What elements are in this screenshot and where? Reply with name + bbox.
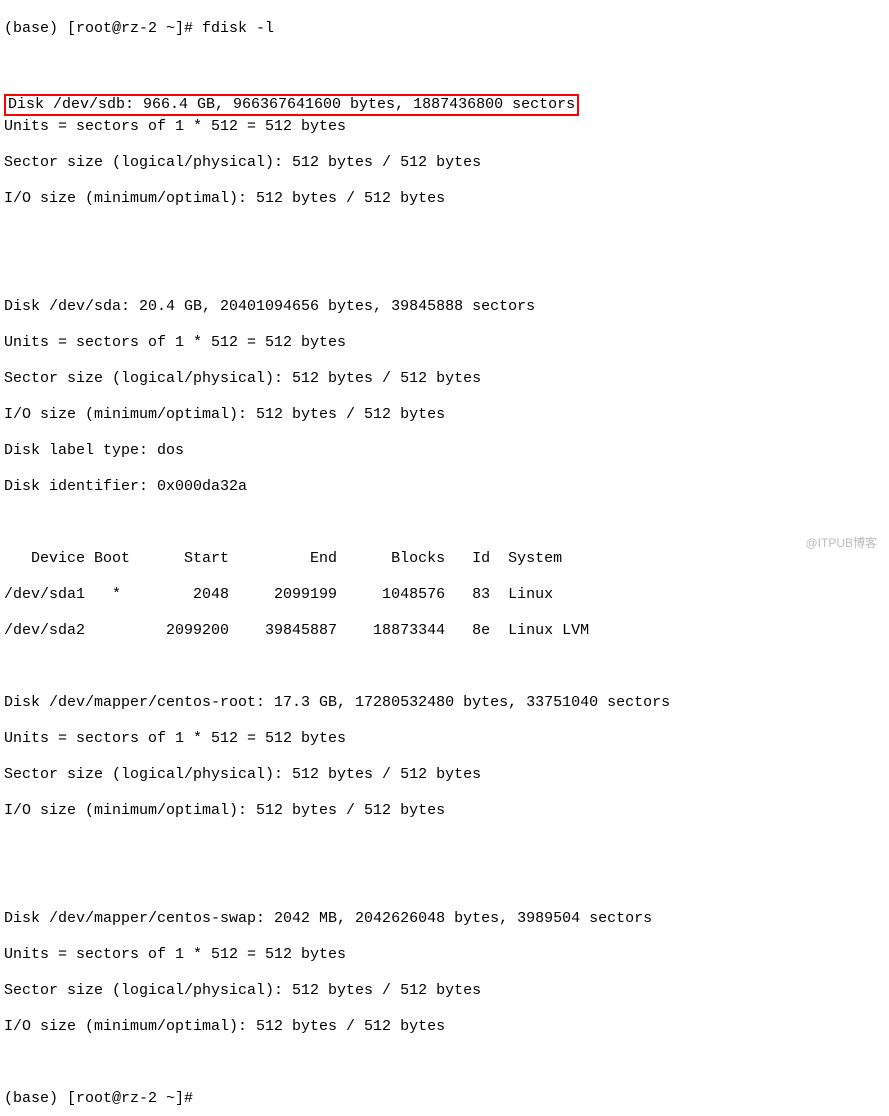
sda-identifier-line: Disk identifier: 0x000da32a <box>4 478 885 496</box>
sda-units-line: Units = sectors of 1 * 512 = 512 bytes <box>4 334 885 352</box>
sda-sector-size-line: Sector size (logical/physical): 512 byte… <box>4 370 885 388</box>
sda-io-size-line: I/O size (minimum/optimal): 512 bytes / … <box>4 406 885 424</box>
centos-root-units-line: Units = sectors of 1 * 512 = 512 bytes <box>4 730 885 748</box>
watermark-text: @ITPUB博客 <box>805 536 877 550</box>
sdb-units-line: Units = sectors of 1 * 512 = 512 bytes <box>4 118 885 136</box>
centos-root-io-line: I/O size (minimum/optimal): 512 bytes / … <box>4 802 885 820</box>
sdb-sector-size-line: Sector size (logical/physical): 512 byte… <box>4 154 885 172</box>
blank-line <box>4 1054 885 1072</box>
terminal-output: (base) [root@rz-2 ~]# fdisk -l Disk /dev… <box>0 0 889 1116</box>
centos-root-disk-line: Disk /dev/mapper/centos-root: 17.3 GB, 1… <box>4 694 885 712</box>
centos-swap-io-line: I/O size (minimum/optimal): 512 bytes / … <box>4 1018 885 1036</box>
blank-line <box>4 56 885 74</box>
sda-label-type-line: Disk label type: dos <box>4 442 885 460</box>
centos-swap-units-line: Units = sectors of 1 * 512 = 512 bytes <box>4 946 885 964</box>
centos-root-sector-line: Sector size (logical/physical): 512 byte… <box>4 766 885 784</box>
blank-line <box>4 838 885 856</box>
partition-row-sda1: /dev/sda1 * 2048 2099199 1048576 83 Linu… <box>4 586 885 604</box>
blank-line <box>4 262 885 280</box>
sda-disk-line: Disk /dev/sda: 20.4 GB, 20401094656 byte… <box>4 298 885 316</box>
centos-swap-disk-line: Disk /dev/mapper/centos-swap: 2042 MB, 2… <box>4 910 885 928</box>
blank-line <box>4 658 885 676</box>
sdb-io-size-line: I/O size (minimum/optimal): 512 bytes / … <box>4 190 885 208</box>
partition-row-sda2: /dev/sda2 2099200 39845887 18873344 8e L… <box>4 622 885 640</box>
blank-line <box>4 226 885 244</box>
partition-table-header: Device Boot Start End Blocks Id System <box>4 550 885 568</box>
prompt-line[interactable]: (base) [root@rz-2 ~]# fdisk -l <box>4 20 885 38</box>
highlighted-disk-sdb-line: Disk /dev/sdb: 966.4 GB, 966367641600 by… <box>4 94 579 116</box>
blank-line <box>4 514 885 532</box>
blank-line <box>4 874 885 892</box>
centos-swap-sector-line: Sector size (logical/physical): 512 byte… <box>4 982 885 1000</box>
prompt-line[interactable]: (base) [root@rz-2 ~]# <box>4 1090 885 1108</box>
